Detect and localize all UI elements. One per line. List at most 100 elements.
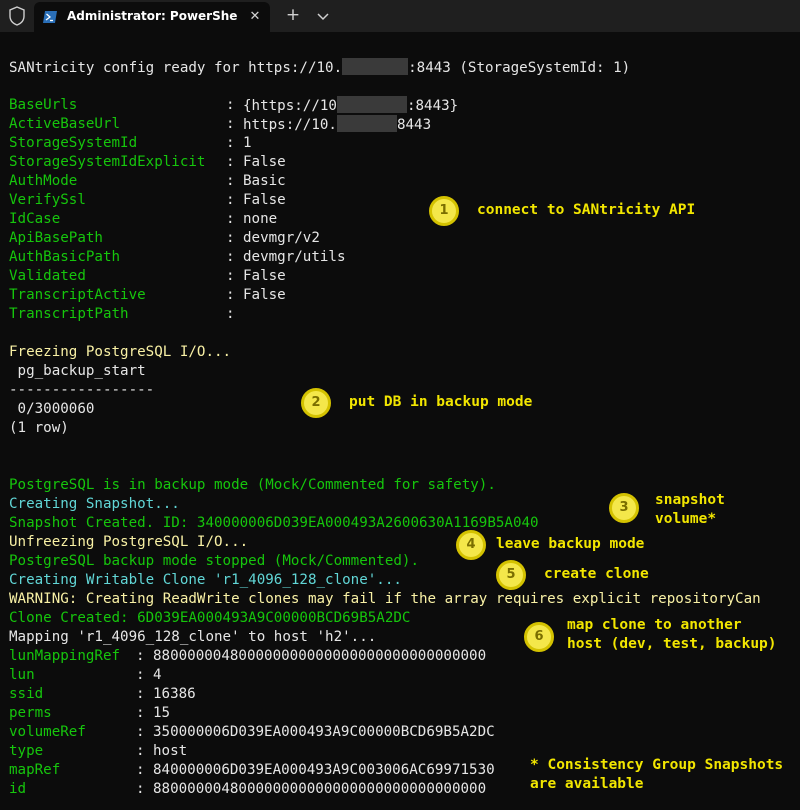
config-value-text: none — [243, 211, 278, 227]
annotation-snapshot: snapshot volume* — [655, 492, 725, 527]
chevron-down-icon[interactable] — [312, 5, 334, 27]
redacted-ip — [336, 115, 397, 132]
mapping-line: Mapping 'r1_4096_128_clone' to host 'h2'… — [9, 629, 377, 645]
config-separator: : — [226, 135, 235, 151]
config-value-text: Basic — [243, 173, 286, 189]
config-value-text: False — [243, 268, 286, 284]
config-separator: : — [226, 192, 235, 208]
footnote: * Consistency Group Snapshots are availa… — [530, 757, 784, 792]
config-value-text: 1 — [243, 135, 252, 151]
mapping-separator: : — [136, 705, 145, 721]
config-key: ActiveBaseUrl — [9, 116, 121, 132]
annotation-connect: connect to SANtricity API — [477, 202, 696, 218]
mapping-key: type — [9, 743, 44, 759]
freezing-line: Freezing PostgreSQL I/O... — [9, 344, 232, 360]
config-key: VerifySsl — [9, 192, 86, 208]
snapshot-created-line: Snapshot Created. ID: 340000006D039EA000… — [9, 515, 539, 531]
powershell-icon — [43, 11, 57, 23]
mapping-key: volumeRef — [9, 724, 86, 740]
config-value: 1 — [243, 134, 252, 153]
config-value: devmgr/utils — [243, 248, 346, 267]
mapping-separator: : — [136, 762, 145, 778]
config-separator: : — [226, 230, 235, 246]
config-key: AuthBasicPath — [9, 249, 121, 265]
config-value: none — [243, 210, 277, 229]
mapping-value: 4 — [153, 667, 162, 683]
config-separator: : — [226, 268, 235, 284]
mapping-separator: : — [136, 781, 145, 797]
pg-separator: ----------------- — [9, 382, 155, 398]
unfreezing-line: Unfreezing PostgreSQL I/O... — [9, 534, 249, 550]
config-value-text: {https://10 — [243, 98, 337, 114]
mapping-separator: : — [136, 724, 145, 740]
config-value-tail: :8443} — [406, 98, 459, 114]
config-key: TranscriptPath — [9, 306, 129, 322]
mapping-key: id — [9, 781, 27, 797]
mapping-value: 880000004800000000000000000000000000000 — [153, 648, 487, 664]
ready-suffix: :8443 (StorageSystemId: 1) — [408, 60, 631, 76]
config-separator: : — [226, 97, 235, 113]
ready-prefix: SANtricity config ready for https://10. — [9, 60, 343, 76]
mapping-separator: : — [136, 667, 145, 683]
config-key: IdCase — [9, 211, 61, 227]
config-value-text: False — [243, 192, 286, 208]
terminal-output[interactable]: SANtricity config ready for https://10.:… — [0, 32, 800, 810]
config-value-text: devmgr/v2 — [243, 230, 320, 246]
config-key: BaseUrls — [9, 97, 78, 113]
mapping-separator: : — [136, 743, 145, 759]
config-key: TranscriptActive — [9, 287, 146, 303]
close-icon[interactable]: ✕ — [245, 7, 265, 27]
config-value: False — [243, 267, 286, 286]
step-badge-5: 5 — [496, 560, 526, 590]
config-separator: : — [226, 116, 235, 132]
mapping-key: mapRef — [9, 762, 61, 778]
config-separator: : — [226, 173, 235, 189]
config-value-text: devmgr/utils — [243, 249, 346, 265]
creating-clone-line: Creating Writable Clone 'r1_4096_128_clo… — [9, 572, 402, 588]
annotation-leave-backup: leave backup mode — [496, 536, 645, 552]
redacted-ip — [342, 58, 409, 75]
config-value-text: https://10. — [243, 117, 337, 133]
config-value: False — [243, 191, 286, 210]
mapping-value: 16386 — [153, 686, 196, 702]
mapping-key: perms — [9, 705, 52, 721]
shield-icon — [9, 6, 25, 26]
mapping-value: 15 — [153, 705, 171, 721]
ready-line: SANtricity config ready for https://10.:… — [9, 58, 630, 77]
annotation-create-clone: create clone — [544, 566, 649, 582]
config-separator: : — [226, 249, 235, 265]
config-value: {https://10 :8443} — [243, 96, 458, 115]
pg-row-count: (1 row) — [9, 420, 69, 436]
mapping-key: lunMappingRef — [9, 648, 121, 664]
step-badge-4: 4 — [456, 530, 486, 560]
clone-created-line: Clone Created: 6D039EA000493A9C00000BCD6… — [9, 610, 411, 626]
mapping-value: host — [153, 743, 188, 759]
config-key: StorageSystemId — [9, 135, 138, 151]
config-value: devmgr/v2 — [243, 229, 320, 248]
step-badge-2: 2 — [301, 388, 331, 418]
backup-stopped-line: PostgreSQL backup mode stopped (Mock/Com… — [9, 553, 419, 569]
step-badge-3: 3 — [609, 493, 639, 523]
tab-title: Administrator: PowerShell 7 (x — [67, 9, 237, 23]
mapping-key: ssid — [9, 686, 44, 702]
redacted-ip — [336, 96, 407, 113]
config-value-tail: 8443 — [396, 117, 432, 133]
mapping-separator: : — [136, 648, 145, 664]
annotation-backup-mode: put DB in backup mode — [349, 394, 533, 410]
tab-powershell[interactable]: Administrator: PowerShell 7 (x ✕ — [34, 2, 270, 32]
mapping-value: 840000006D039EA000493A9C003006AC69971530 — [153, 762, 495, 778]
config-value-text: False — [243, 154, 286, 170]
config-key: Validated — [9, 268, 86, 284]
step-badge-6: 6 — [524, 622, 554, 652]
mapping-separator: : — [136, 686, 145, 702]
config-value-text: False — [243, 287, 286, 303]
config-separator: : — [226, 154, 235, 170]
pg-value: 0/3000060 — [9, 401, 95, 417]
config-separator: : — [226, 306, 235, 322]
config-value: Basic — [243, 172, 286, 191]
mapping-key: lun — [9, 667, 35, 683]
config-separator: : — [226, 211, 235, 227]
backup-mode-line: PostgreSQL is in backup mode (Mock/Comme… — [9, 477, 496, 493]
mapping-value: 880000004800000000000000000000000000000 — [153, 781, 487, 797]
new-tab-button[interactable]: + — [281, 5, 305, 27]
